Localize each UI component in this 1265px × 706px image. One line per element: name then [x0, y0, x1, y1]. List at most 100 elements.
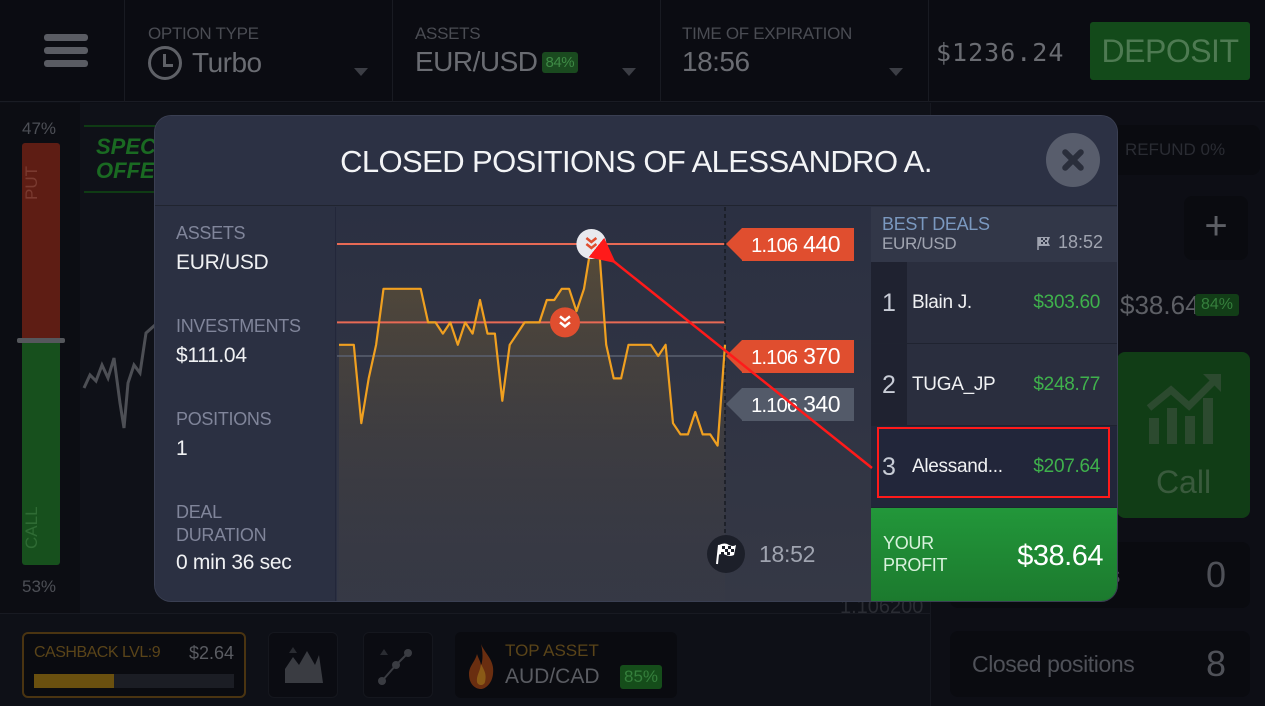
expiration-value: 18:56	[682, 46, 750, 77]
price-prefix: 1.106	[751, 347, 798, 369]
expiration-time: 18:52	[759, 540, 816, 567]
your-profit-label: YOUR PROFIT	[883, 533, 948, 575]
area-chart-icon	[285, 647, 323, 683]
menu-icon[interactable]	[44, 34, 88, 72]
price-area-fill	[339, 244, 725, 601]
modal-header: CLOSED POSITIONS OF ALESSANDRO A.	[155, 116, 1117, 206]
deal-row[interactable]: 2 TUGA_JP $248.77	[871, 344, 1117, 426]
divider	[124, 0, 125, 102]
closed-positions-label: Closed positions	[972, 651, 1135, 677]
deal-profit: $303.60	[1033, 292, 1100, 313]
price-prefix: 1.106	[751, 395, 798, 417]
cashback-progress-bar	[34, 674, 234, 688]
top-asset-badge: 85%	[620, 665, 663, 689]
sentiment-divider	[17, 338, 65, 343]
cashback-progress-fill	[34, 674, 114, 688]
trade-amount: $38.64	[1120, 290, 1200, 320]
info-assets: ASSETS EUR/USD	[176, 222, 269, 275]
highlight-box	[877, 427, 1110, 498]
best-deals-header: BEST DEALS EUR/USD 18:52	[871, 207, 1117, 262]
assets-value: EUR/USD	[415, 46, 538, 77]
deal-rank: 2	[871, 344, 907, 425]
assets-label: ASSETS	[415, 24, 481, 43]
deal-row[interactable]: 1 Blain J. $303.60	[871, 262, 1117, 344]
put-percentage: 47%	[22, 119, 57, 138]
checkered-flag-icon	[707, 535, 745, 573]
close-marker	[576, 229, 607, 259]
call-button[interactable]: Call	[1117, 352, 1250, 518]
price-suffix: 340	[803, 391, 840, 417]
line-tool-icon	[378, 649, 412, 685]
deal-trader-name: TUGA_JP	[912, 374, 996, 395]
call-label: CALL	[22, 506, 41, 550]
info-value: EUR/USD	[176, 251, 269, 274]
info-deal-duration: DEAL DURATION 0 min 36 sec	[176, 501, 292, 575]
chart-type-button[interactable]	[268, 632, 338, 698]
cashback-widget[interactable]: CASHBACK LVL:9 $2.64	[22, 632, 246, 698]
price-suffix: 440	[803, 231, 840, 257]
chevron-down-icon[interactable]	[889, 68, 903, 76]
divider	[928, 0, 929, 102]
info-label: DEAL DURATION	[176, 502, 267, 545]
expiration-label: TIME OF EXPIRATION	[682, 24, 852, 43]
info-value: $111.04	[176, 344, 247, 367]
account-balance[interactable]: $1236.24	[936, 38, 1064, 67]
put-label: PUT	[22, 166, 41, 200]
top-bar: OPTION TYPE Turbo ASSETS EUR/USD 84% TIME…	[0, 0, 1265, 102]
clock-icon	[148, 46, 182, 80]
best-deals-time-value: 18:52	[1057, 232, 1103, 252]
price-suffix: 370	[803, 343, 840, 369]
fire-icon	[469, 644, 494, 689]
top-asset-widget[interactable]: TOP ASSET AUD/CAD 85%	[455, 632, 677, 698]
open-price-tag: 1.106 370	[726, 340, 854, 373]
price-prefix: 1.106	[751, 235, 798, 257]
deal-rank: 1	[871, 262, 907, 343]
your-profit-box: YOUR PROFIT $38.64	[871, 508, 1117, 601]
indicators-button[interactable]	[363, 632, 433, 698]
info-label: POSITIONS	[176, 409, 272, 429]
expiration-selector[interactable]: TIME OF EXPIRATION 18:56	[682, 24, 852, 78]
position-chart[interactable]: 1.106 440 1.106 370 1.106 340 18:52	[337, 207, 871, 601]
asset-selector[interactable]: ASSETS EUR/USD 84%	[415, 24, 579, 78]
best-deals-panel: BEST DEALS EUR/USD 18:52 1 Blain J. $303…	[871, 207, 1117, 601]
open-marker	[550, 307, 580, 338]
close-icon[interactable]	[1046, 133, 1100, 187]
call-button-label: Call	[1155, 464, 1212, 500]
payout-badge: 84%	[1195, 294, 1240, 316]
trading-app: OPTION TYPE Turbo ASSETS EUR/USD 84% TIME…	[0, 0, 1265, 706]
chevron-down-icon[interactable]	[354, 68, 368, 76]
option-type-label: OPTION TYPE	[148, 24, 259, 43]
deal-profit: $248.77	[1033, 374, 1100, 395]
info-label: INVESTMENTS	[176, 316, 301, 336]
info-value: 0 min 36 sec	[176, 551, 292, 574]
chevron-down-icon[interactable]	[622, 68, 636, 76]
deposit-button[interactable]: DEPOSIT	[1090, 22, 1250, 80]
deal-trader-name: Blain J.	[912, 292, 972, 313]
option-type-value: Turbo	[192, 47, 262, 78]
trend-up-icon	[1146, 374, 1221, 444]
divider	[660, 0, 661, 102]
best-deals-title: BEST DEALS	[882, 214, 990, 234]
call-percentage: 53%	[22, 577, 57, 596]
option-type-selector[interactable]: OPTION TYPE Turbo	[148, 24, 262, 80]
close-price-tag: 1.106 440	[726, 228, 854, 261]
info-label: ASSETS	[176, 223, 246, 243]
your-profit-value: $38.64	[1017, 540, 1103, 572]
divider	[392, 0, 393, 102]
current-price-tag: 1.106 340	[726, 388, 854, 421]
plus-button[interactable]: +	[1184, 196, 1248, 260]
best-deals-asset: EUR/USD	[882, 234, 957, 253]
cashback-amount: $2.64	[188, 643, 234, 663]
best-deals-time: 18:52	[1036, 232, 1103, 253]
info-investments: INVESTMENTS $111.04	[176, 315, 301, 368]
modal-title: CLOSED POSITIONS OF ALESSANDRO A.	[340, 144, 932, 179]
info-value: 1	[176, 437, 188, 460]
sentiment-panel: 47% PUT CALL 53%	[0, 103, 80, 613]
position-info: ASSETS EUR/USD INVESTMENTS $111.04 POSIT…	[155, 207, 336, 601]
top-asset-value: AUD/CAD	[505, 665, 600, 688]
closed-positions-count: 8	[1205, 643, 1226, 684]
expiration-marker: 18:52	[707, 535, 815, 573]
closed-positions-button[interactable]: Closed positions 8	[950, 631, 1250, 697]
payout-badge: 84%	[541, 51, 579, 73]
closed-positions-modal: CLOSED POSITIONS OF ALESSANDRO A. ASSETS…	[155, 116, 1117, 601]
